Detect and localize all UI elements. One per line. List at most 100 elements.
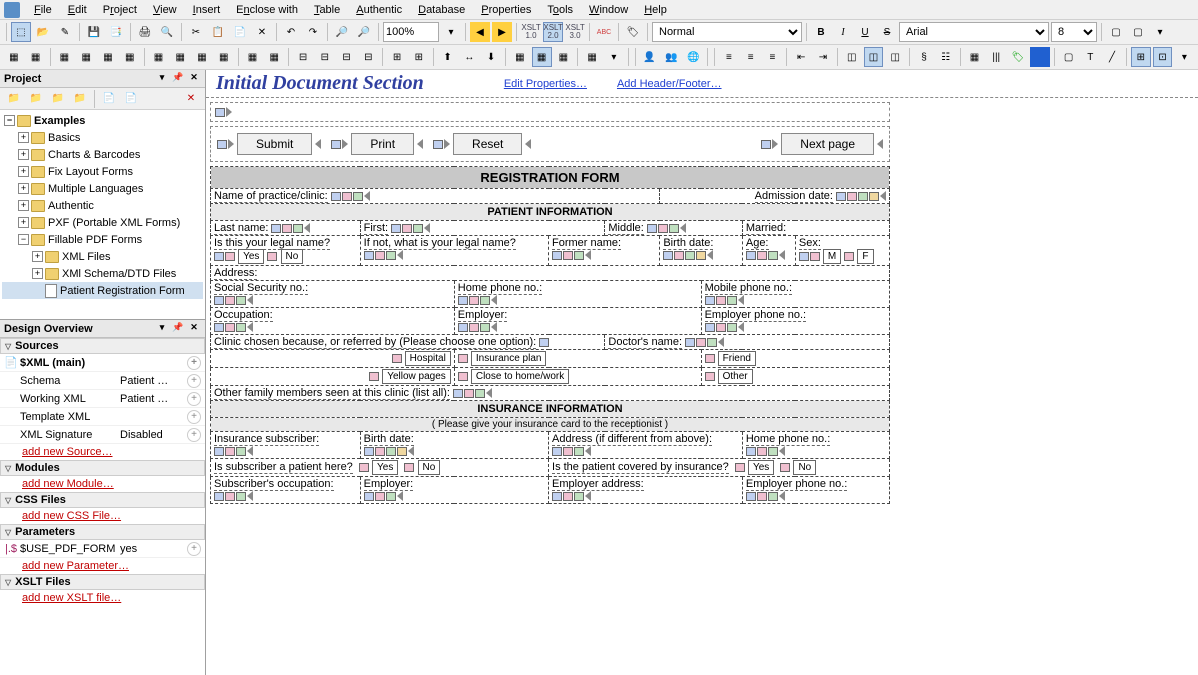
menu-table[interactable]: Table <box>306 2 348 18</box>
tb-t6[interactable]: ▦ <box>120 47 140 67</box>
proj-tb-2[interactable]: 📁 <box>26 89 46 109</box>
tb-t11[interactable]: ▦ <box>243 47 263 67</box>
tree-item[interactable]: −Fillable PDF Forms <box>2 231 203 248</box>
tb-grid4[interactable]: ▦ <box>965 47 985 67</box>
tb-underline[interactable]: U <box>855 22 875 42</box>
expander-icon[interactable]: + <box>18 149 29 160</box>
expander-icon[interactable]: − <box>4 115 15 126</box>
tb-t1[interactable]: ▦ <box>4 47 24 67</box>
ov-sources-hdr[interactable]: ▽Sources <box>0 338 205 354</box>
ov-source-row[interactable]: Working XMLPatient …+ <box>0 390 205 408</box>
tb-grid1[interactable]: ▦ <box>510 47 530 67</box>
tb-preview[interactable]: 🔍 <box>157 22 177 42</box>
tb-text[interactable]: T <box>1080 47 1100 67</box>
tb-tag[interactable]: 🏷 <box>623 22 643 42</box>
ov-xslt-hdr[interactable]: ▽XSLT Files <box>0 574 205 590</box>
project-tree[interactable]: − Examples +Basics+Charts & Barcodes+Fix… <box>0 110 205 319</box>
tb-t3[interactable]: ▦ <box>55 47 75 67</box>
tb-valbot[interactable]: ⬇ <box>481 47 501 67</box>
tb-t7[interactable]: ▦ <box>149 47 169 67</box>
size-combo[interactable]: 8 <box>1051 22 1097 42</box>
tb-al-left[interactable]: ≡ <box>719 47 739 67</box>
tree-item[interactable]: +Charts & Barcodes <box>2 146 203 163</box>
tb-join1[interactable]: ⊟ <box>293 47 313 67</box>
tree-item[interactable]: +Basics <box>2 129 203 146</box>
add-icon[interactable]: + <box>187 356 201 370</box>
ov-modules-hdr[interactable]: ▽Modules <box>0 460 205 476</box>
tree-item[interactable]: +XML Files <box>2 248 203 265</box>
add-icon[interactable]: + <box>187 428 201 442</box>
tb-users[interactable]: 👥 <box>662 47 682 67</box>
tb-find[interactable]: 🔎 <box>332 22 352 42</box>
ov-source-row[interactable]: SchemaPatient …+ <box>0 372 205 390</box>
tb-view1[interactable]: ⊞ <box>1131 47 1151 67</box>
tb-line[interactable]: ╱ <box>1102 47 1122 67</box>
tb-indent1[interactable]: ⇤ <box>791 47 811 67</box>
tb-nav-back[interactable]: ◀ <box>470 22 490 42</box>
proj-tb-4[interactable]: 📁 <box>70 89 90 109</box>
add-source-link[interactable]: add new Source… <box>0 444 205 460</box>
tree-item[interactable]: +Authentic <box>2 197 203 214</box>
add-icon[interactable]: + <box>187 374 201 388</box>
tree-item[interactable]: +Multiple Languages <box>2 180 203 197</box>
tb-user[interactable]: 👤 <box>640 47 660 67</box>
tb-t2[interactable]: ▦ <box>26 47 46 67</box>
tb-blue[interactable] <box>1030 47 1050 67</box>
menu-authentic[interactable]: Authentic <box>348 2 410 18</box>
tb-open[interactable]: 📂 <box>33 22 53 42</box>
ov-css-hdr[interactable]: ▽CSS Files <box>0 492 205 508</box>
proj-tb-6[interactable]: 📄 <box>121 89 141 109</box>
expander-icon[interactable]: + <box>18 166 29 177</box>
tb-xslt20[interactable]: XSLT 2.0 <box>543 22 563 42</box>
tb-nav-fwd[interactable]: ▶ <box>492 22 512 42</box>
menu-database[interactable]: Database <box>410 2 473 18</box>
tb-findnext[interactable]: 🔎 <box>354 22 374 42</box>
tb-t9[interactable]: ▦ <box>192 47 212 67</box>
menu-enclose[interactable]: Enclose with <box>228 2 306 18</box>
menu-edit[interactable]: Edit <box>60 2 95 18</box>
tree-item[interactable]: +PXF (Portable XML Forms) <box>2 214 203 231</box>
tb-t8[interactable]: ▦ <box>170 47 190 67</box>
tb-save[interactable]: 💾 <box>84 22 104 42</box>
ov-param-row[interactable]: |.$$USE_PDF_FORMyes+ <box>0 540 205 558</box>
ov-params-hdr[interactable]: ▽Parameters <box>0 524 205 540</box>
menu-window[interactable]: Window <box>581 2 636 18</box>
tb-join2[interactable]: ⊟ <box>315 47 335 67</box>
next-page-button[interactable]: Next page <box>781 133 874 155</box>
tb-t5[interactable]: ▦ <box>98 47 118 67</box>
zoom-combo[interactable] <box>383 22 439 42</box>
ov-source-row[interactable]: XML SignatureDisabled+ <box>0 426 205 444</box>
panel-menu-icon[interactable]: ▾ <box>155 72 169 86</box>
tb-web[interactable]: 🌐 <box>683 47 703 67</box>
proj-tb-1[interactable]: 📁 <box>4 89 24 109</box>
tb-cut[interactable]: ✂ <box>186 22 206 42</box>
menu-project[interactable]: Project <box>95 2 145 18</box>
add-css-link[interactable]: add new CSS File… <box>0 508 205 524</box>
tb-list[interactable]: ☷ <box>936 47 956 67</box>
tb-more2[interactable]: ▾ <box>604 47 624 67</box>
tree-item[interactable]: +Fix Layout Forms <box>2 163 203 180</box>
panel-pin-icon[interactable]: 📌 <box>171 322 185 336</box>
expander-icon[interactable]: + <box>18 200 29 211</box>
tree-item[interactable]: Patient Registration Form <box>2 282 203 299</box>
proj-tb-del[interactable]: ✕ <box>181 89 201 109</box>
tb-bgcolor[interactable]: ▢ <box>1128 22 1148 42</box>
tb-paste[interactable]: 📄 <box>230 22 250 42</box>
add-xslt-link[interactable]: add new XSLT file… <box>0 590 205 606</box>
panel-pin-icon[interactable]: 📌 <box>171 72 185 86</box>
panel-close-icon[interactable]: ✕ <box>187 72 201 86</box>
tb-misc2[interactable]: ◫ <box>864 47 884 67</box>
tb-xslt10[interactable]: XSLT 1.0 <box>521 22 541 42</box>
tb-misc1[interactable]: ◫ <box>842 47 862 67</box>
tb-grid2[interactable]: ▦ <box>532 47 552 67</box>
menu-view[interactable]: View <box>145 2 185 18</box>
tb-strike[interactable]: S <box>877 22 897 42</box>
tb-saveall[interactable]: 📑 <box>106 22 126 42</box>
submit-button[interactable]: Submit <box>237 133 312 155</box>
tb-spellcheck[interactable]: ABC <box>594 22 614 42</box>
expander-icon[interactable]: + <box>18 132 29 143</box>
add-header-footer-link[interactable]: Add Header/Footer… <box>617 78 722 90</box>
tb-t4[interactable]: ▦ <box>76 47 96 67</box>
tb-join3[interactable]: ⊟ <box>337 47 357 67</box>
edit-properties-link[interactable]: Edit Properties… <box>504 78 587 90</box>
